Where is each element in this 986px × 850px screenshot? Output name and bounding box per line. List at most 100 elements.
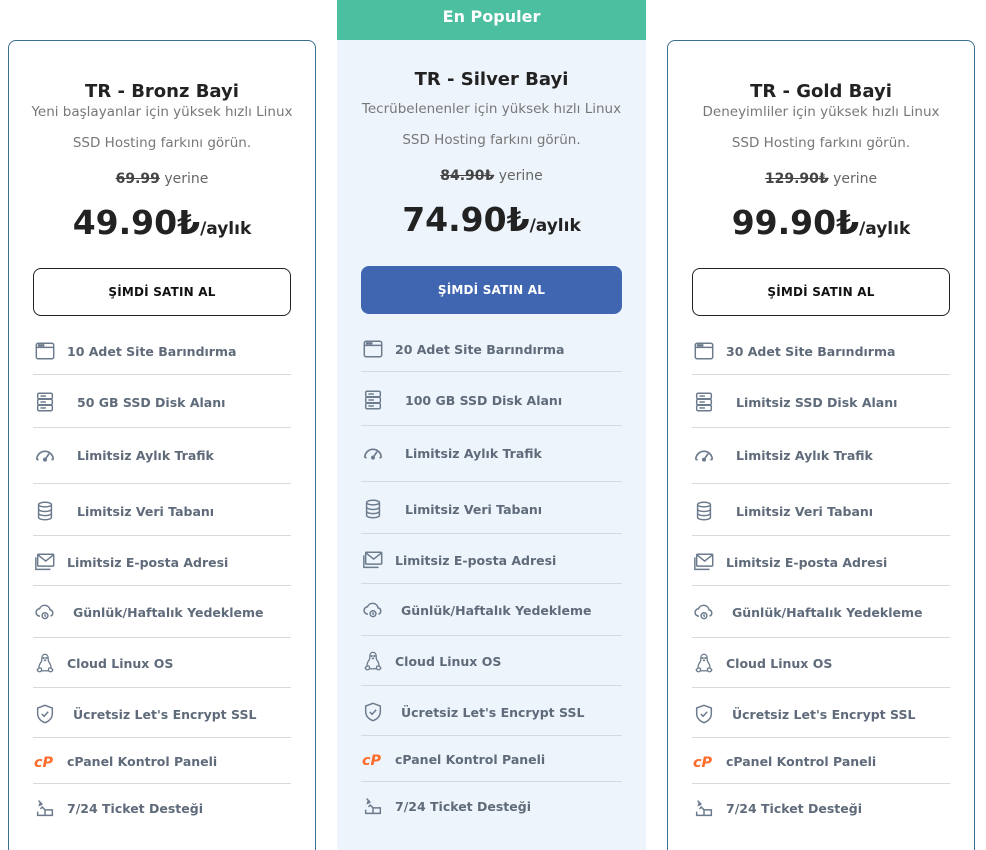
plan-title: TR - Silver Bayi bbox=[414, 69, 569, 90]
database-icon bbox=[692, 499, 716, 523]
feature-divider bbox=[692, 483, 950, 484]
envelope-icon bbox=[692, 550, 716, 574]
feature-label: 20 Adet Site Barındırma bbox=[395, 341, 565, 357]
feature-item: cP cPanel Kontrol Paneli bbox=[361, 739, 622, 779]
feature-divider bbox=[33, 783, 291, 784]
feature-label: Ücretsiz Let's Encrypt SSL bbox=[73, 706, 257, 722]
linux-penguin-icon bbox=[361, 649, 385, 673]
old-price-line: 84.90₺ yerine bbox=[337, 168, 646, 184]
envelope-icon bbox=[361, 548, 385, 572]
buy-now-button[interactable]: ŞİMDİ SATIN AL bbox=[361, 266, 622, 314]
feature-divider bbox=[692, 535, 950, 536]
buy-now-button[interactable]: ŞİMDİ SATIN AL bbox=[33, 268, 291, 316]
cpanel-logo-icon: cP bbox=[361, 747, 385, 771]
old-price-suffix: yerine bbox=[164, 171, 209, 187]
feature-item: Ücretsiz Let's Encrypt SSL bbox=[361, 692, 622, 732]
feature-divider bbox=[33, 483, 291, 484]
old-price: 69.99 bbox=[115, 171, 160, 187]
feature-divider bbox=[33, 687, 291, 688]
server-disk-icon bbox=[33, 390, 57, 414]
feature-divider bbox=[33, 374, 291, 375]
feature-label: Limitsiz Veri Tabanı bbox=[77, 503, 215, 519]
old-price: 129.90₺ bbox=[764, 171, 829, 187]
feature-divider bbox=[361, 781, 622, 782]
feature-item: Limitsiz SSD Disk Alanı bbox=[692, 382, 950, 422]
feature-divider bbox=[361, 735, 622, 736]
svg-text:cP: cP bbox=[34, 755, 54, 771]
feature-item: 7/24 Ticket Desteği bbox=[361, 786, 622, 826]
feature-item: Limitsiz Veri Tabanı bbox=[692, 491, 950, 531]
feature-item: Limitsiz Aylık Trafik bbox=[692, 435, 950, 475]
feature-label: Günlük/Haftalık Yedekleme bbox=[401, 602, 592, 618]
browser-window-icon bbox=[361, 337, 385, 361]
feature-label: cPanel Kontrol Paneli bbox=[67, 753, 218, 769]
speedometer-icon bbox=[692, 443, 716, 467]
feature-divider bbox=[33, 637, 291, 638]
feature-divider bbox=[33, 585, 291, 586]
browser-window-icon bbox=[33, 339, 57, 363]
feature-label: 30 Adet Site Barındırma bbox=[726, 343, 896, 359]
feature-label: Günlük/Haftalık Yedekleme bbox=[732, 604, 923, 620]
popular-banner: En Populer bbox=[337, 0, 646, 40]
price-unit: /aylık bbox=[859, 219, 911, 239]
feature-label: Günlük/Haftalık Yedekleme bbox=[73, 604, 264, 620]
plan-card-gold: TR - Gold Bayi Deneyimliler için yüksek h… bbox=[667, 40, 975, 850]
feature-item: 10 Adet Site Barındırma bbox=[33, 331, 291, 371]
feature-item: Günlük/Haftalık Yedekleme bbox=[33, 592, 291, 632]
feature-label: Ücretsiz Let's Encrypt SSL bbox=[732, 706, 916, 722]
svg-text:cP: cP bbox=[693, 755, 713, 771]
feature-divider bbox=[33, 427, 291, 428]
price-line: 99.90₺/aylık bbox=[668, 203, 974, 242]
feature-item: 7/24 Ticket Desteği bbox=[33, 788, 291, 828]
feature-item: Günlük/Haftalık Yedekleme bbox=[692, 592, 950, 632]
plan-description: Tecrübelenenler için yüksek hızlı Linux … bbox=[361, 101, 622, 148]
feature-divider bbox=[361, 533, 622, 534]
linux-penguin-icon bbox=[692, 651, 716, 675]
feature-item: 20 Adet Site Barındırma bbox=[361, 329, 622, 369]
buy-now-button[interactable]: ŞİMDİ SATIN AL bbox=[692, 268, 950, 316]
feature-item: Cloud Linux OS bbox=[33, 643, 291, 683]
feature-label: Ücretsiz Let's Encrypt SSL bbox=[401, 704, 585, 720]
feature-item: cP cPanel Kontrol Paneli bbox=[33, 741, 291, 781]
shield-check-icon bbox=[361, 700, 385, 724]
speedometer-icon bbox=[33, 443, 57, 467]
feature-label: 7/24 Ticket Desteği bbox=[726, 800, 862, 816]
feature-label: 10 Adet Site Barındırma bbox=[67, 343, 237, 359]
old-price-suffix: yerine bbox=[833, 171, 878, 187]
feature-label: Limitsiz Aylık Trafik bbox=[736, 447, 873, 463]
feature-label: Limitsiz Aylık Trafik bbox=[405, 445, 542, 461]
feature-label: cPanel Kontrol Paneli bbox=[726, 753, 877, 769]
feature-label: 7/24 Ticket Desteği bbox=[395, 798, 531, 814]
feature-divider bbox=[361, 425, 622, 426]
browser-window-icon bbox=[692, 339, 716, 363]
feature-divider bbox=[692, 585, 950, 586]
price-amount: 99.90₺ bbox=[731, 203, 860, 242]
cpanel-logo-icon: cP bbox=[692, 749, 716, 773]
feature-divider bbox=[361, 481, 622, 482]
feature-label: Limitsiz E-posta Adresi bbox=[726, 554, 888, 570]
price-amount: 49.90₺ bbox=[72, 203, 201, 242]
feature-item: 7/24 Ticket Desteği bbox=[692, 788, 950, 828]
feature-divider bbox=[692, 374, 950, 375]
feature-item: Ücretsiz Let's Encrypt SSL bbox=[692, 694, 950, 734]
feature-item: 50 GB SSD Disk Alanı bbox=[33, 382, 291, 422]
plan-card-silver: TR - Silver Bayi Tecrübelenenler için yük… bbox=[337, 40, 646, 850]
feature-label: Limitsiz Veri Tabanı bbox=[405, 501, 543, 517]
feature-label: Limitsiz SSD Disk Alanı bbox=[736, 394, 898, 410]
feature-item: 100 GB SSD Disk Alanı bbox=[361, 380, 622, 420]
database-icon bbox=[33, 499, 57, 523]
cloud-backup-icon bbox=[33, 600, 57, 624]
server-disk-icon bbox=[361, 388, 385, 412]
feature-divider bbox=[692, 427, 950, 428]
feature-divider bbox=[361, 583, 622, 584]
feature-divider bbox=[692, 637, 950, 638]
feature-item: Ücretsiz Let's Encrypt SSL bbox=[33, 694, 291, 734]
old-price: 84.90₺ bbox=[440, 168, 495, 184]
price-amount: 74.90₺ bbox=[402, 200, 530, 239]
cloud-backup-icon bbox=[361, 598, 385, 622]
feature-label: Limitsiz E-posta Adresi bbox=[67, 554, 229, 570]
feature-divider bbox=[361, 685, 622, 686]
ticket-support-icon bbox=[692, 796, 716, 820]
shield-check-icon bbox=[33, 702, 57, 726]
feature-item: Cloud Linux OS bbox=[361, 641, 622, 681]
